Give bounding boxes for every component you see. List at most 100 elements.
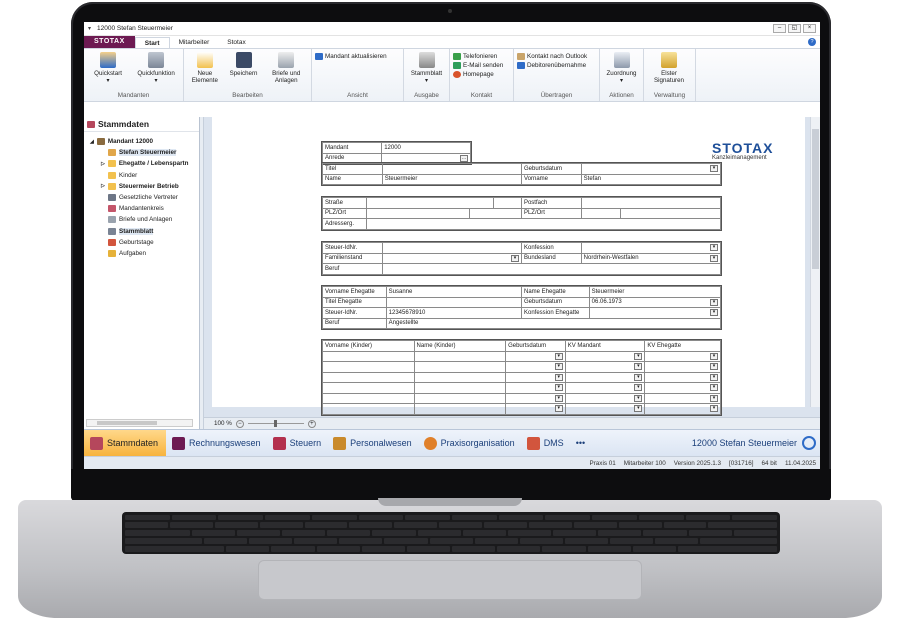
steuerid-ehegatte-field[interactable]: 12345678910 — [385, 307, 522, 319]
tab-mitarbeiter[interactable]: Mitarbeiter — [170, 37, 219, 48]
name-ehegatte-field[interactable]: Steuermeier — [588, 286, 722, 298]
chevron-down-icon[interactable]: ▾ — [710, 298, 718, 306]
zoom-out-button[interactable]: − — [235, 419, 244, 428]
tree-item-briefe[interactable]: Briefe und Anlagen — [84, 214, 199, 225]
tab-stotax[interactable]: Stotax — [218, 37, 254, 48]
nav-steuern[interactable]: Steuern — [267, 430, 328, 457]
nav-dms[interactable]: DMS — [521, 430, 570, 457]
chevron-down-icon[interactable]: ▾ — [634, 405, 643, 413]
kontakt-outlook-button[interactable]: Kontakt nach Outlook — [517, 53, 587, 60]
cell[interactable]: ▾ — [505, 392, 566, 404]
tree-item-geburtstage[interactable]: Geburtstage — [84, 237, 199, 248]
cell[interactable]: ▾ — [644, 371, 721, 383]
cell[interactable]: ▾ — [564, 371, 646, 383]
cell[interactable]: ▾ — [564, 403, 646, 415]
cell[interactable] — [322, 371, 415, 383]
plz-field[interactable] — [365, 207, 471, 219]
tree-item-kinder[interactable]: Kinder — [84, 170, 199, 181]
ort-field[interactable] — [469, 207, 522, 219]
neue-elemente-button[interactable]: Neue Elemente — [187, 51, 223, 92]
chevron-down-icon[interactable]: ▾ — [634, 363, 643, 371]
konfession-ehegatte-field[interactable]: ▾ — [588, 307, 722, 319]
postfach-field[interactable] — [580, 197, 722, 209]
tab-start[interactable]: Start — [134, 37, 170, 48]
konfession-field[interactable]: ▾ — [580, 242, 722, 254]
cell[interactable]: ▾ — [564, 350, 646, 362]
scroll-thumb[interactable] — [97, 421, 157, 425]
cell[interactable]: ▾ — [644, 350, 721, 362]
minimize-button[interactable]: – — [773, 24, 786, 33]
cell[interactable] — [322, 382, 415, 394]
cell[interactable] — [322, 350, 415, 362]
content-vscrollbar[interactable] — [810, 117, 820, 407]
chevron-down-icon[interactable]: ▾ — [634, 373, 643, 381]
tree-item-stefan[interactable]: Stefan Steuermeier — [84, 147, 199, 158]
refresh-icon[interactable] — [802, 436, 816, 450]
nav-personalwesen[interactable]: Personalwesen — [327, 430, 418, 457]
chevron-down-icon[interactable]: ▾ — [634, 384, 643, 392]
cell[interactable] — [413, 350, 507, 362]
cell[interactable] — [413, 361, 507, 373]
chevron-down-icon[interactable]: ▾ — [554, 363, 563, 371]
nav-praxisorganisation[interactable]: Praxisorganisation — [418, 430, 521, 457]
restore-button[interactable]: ◱ — [788, 24, 801, 33]
titel-ehegatte-field[interactable] — [385, 296, 522, 308]
cell[interactable] — [413, 371, 507, 383]
chevron-down-icon[interactable]: ▾ — [554, 352, 563, 360]
chevron-down-icon[interactable]: ▾ — [554, 394, 563, 402]
cell[interactable]: ▾ — [644, 392, 721, 404]
chevron-down-icon[interactable]: ▾ — [634, 352, 643, 360]
geburtsdatum-field[interactable]: ▾ — [580, 163, 722, 175]
speichern-button[interactable]: Speichern — [226, 51, 262, 92]
cell[interactable]: ▾ — [564, 382, 646, 394]
nav-rechnungswesen[interactable]: Rechnungswesen — [166, 430, 267, 457]
chevron-down-icon[interactable]: ▾ — [710, 405, 718, 413]
chevron-down-icon[interactable]: ▾ — [554, 373, 563, 381]
cell[interactable]: ▾ — [505, 382, 566, 394]
cell[interactable]: ▾ — [505, 350, 566, 362]
strasse-field[interactable] — [365, 197, 495, 209]
nav-stammdaten[interactable]: Stammdaten — [84, 429, 166, 457]
tree-item-mandantenkreis[interactable]: Mandantenkreis — [84, 203, 199, 214]
briefe-anlagen-button[interactable]: Briefe und Anlagen — [264, 51, 308, 92]
tree-item-stammblatt[interactable]: Stammblatt — [84, 226, 199, 237]
adresserg-field[interactable] — [365, 218, 722, 230]
stammblatt-button[interactable]: Stammblatt ▾ — [407, 51, 446, 92]
cell[interactable]: ▾ — [505, 361, 566, 373]
cell[interactable] — [413, 382, 507, 394]
cell[interactable] — [413, 392, 507, 404]
chevron-down-icon[interactable]: ▾ — [554, 405, 563, 413]
stotax-logo-tab[interactable]: STOTAX — [84, 36, 135, 48]
cell[interactable] — [322, 403, 415, 415]
chevron-down-icon[interactable]: ▾ — [710, 309, 718, 317]
chevron-down-icon[interactable]: ▾ — [710, 254, 718, 262]
ort2-field[interactable] — [620, 207, 721, 219]
chevron-down-icon[interactable]: ▾ — [510, 254, 519, 262]
steuerid-field[interactable] — [381, 242, 522, 254]
browse-icon[interactable]: … — [460, 154, 468, 162]
titel-field[interactable] — [381, 163, 522, 175]
cell[interactable] — [322, 392, 415, 404]
beruf-field[interactable] — [381, 263, 722, 275]
cell[interactable]: ▾ — [505, 371, 566, 383]
plz2-field[interactable] — [580, 207, 622, 219]
cell[interactable]: ▾ — [564, 361, 646, 373]
chevron-down-icon[interactable]: ▾ — [710, 394, 718, 402]
chevron-down-icon[interactable]: ▾ — [710, 352, 718, 360]
quickstart-button[interactable]: Quickstart ▾ — [87, 51, 129, 92]
bundesland-field[interactable]: Nordrhein-Westfalen ▾ — [580, 252, 722, 264]
cell[interactable]: ▾ — [644, 382, 721, 394]
chevron-down-icon[interactable]: ▾ — [710, 165, 718, 173]
cell[interactable]: ▾ — [564, 392, 646, 404]
nav-more-button[interactable]: ••• — [570, 430, 591, 457]
cell[interactable] — [413, 403, 507, 415]
cell[interactable] — [322, 361, 415, 373]
geburtsdatum-ehegatte-field[interactable]: 06.06.1973 ▾ — [588, 296, 722, 308]
tree-item-vertreter[interactable]: Gesetzliche Vertreter — [84, 192, 199, 203]
email-senden-button[interactable]: E-Mail senden — [453, 62, 503, 69]
tree-item-mandant[interactable]: ◢ Mandant 12000 — [84, 136, 199, 147]
zoom-in-button[interactable]: + — [307, 419, 316, 428]
mandant-field[interactable]: 12000 — [381, 142, 471, 154]
elster-signaturen-button[interactable]: Elster Signaturen — [647, 51, 691, 92]
tree-item-ehegatte[interactable]: ▷ Ehegatte / Lebenspartn — [84, 158, 199, 169]
